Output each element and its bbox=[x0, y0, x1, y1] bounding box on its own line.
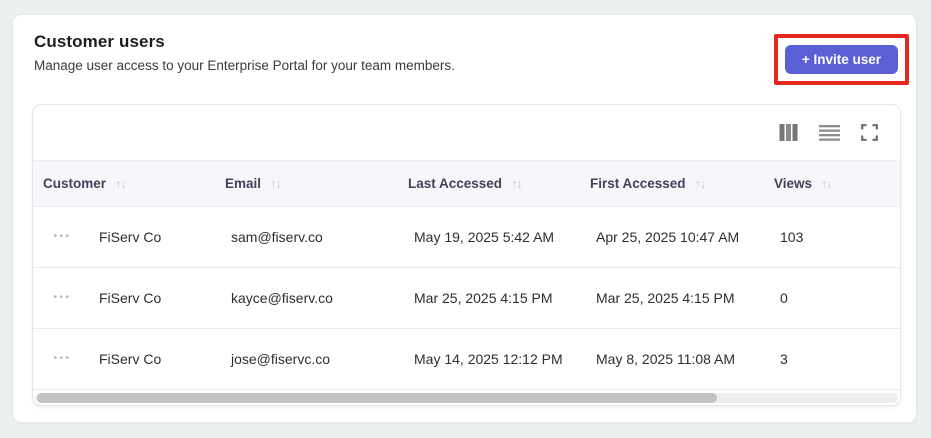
sort-icon[interactable]: ↑↓ bbox=[115, 177, 126, 191]
sort-icon[interactable]: ↑↓ bbox=[695, 177, 706, 191]
cell-last-accessed: May 14, 2025 12:12 PM bbox=[414, 351, 563, 367]
column-header-label: First Accessed bbox=[590, 176, 686, 191]
card-header: Customer users Manage user access to you… bbox=[34, 32, 455, 73]
column-header-first-accessed[interactable]: First Accessed ↑↓ bbox=[580, 161, 764, 206]
page-subtitle: Manage user access to your Enterprise Po… bbox=[34, 58, 455, 73]
fullscreen-icon[interactable] bbox=[861, 124, 878, 141]
cell-views: 103 bbox=[780, 229, 804, 245]
row-actions-cell: ••• bbox=[33, 354, 92, 364]
cell-email: kayce@fiserv.co bbox=[231, 290, 333, 306]
sort-icon[interactable]: ↑↓ bbox=[270, 177, 281, 191]
columns-icon[interactable] bbox=[779, 124, 798, 141]
scrollbar-thumb[interactable] bbox=[37, 393, 717, 403]
column-header-views[interactable]: Views ↑↓ bbox=[764, 161, 900, 206]
table-header-row: Customer ↑↓ Email ↑↓ Last Accessed ↑↓ Fi… bbox=[33, 160, 900, 207]
cell-first-accessed: May 8, 2025 11:08 AM bbox=[596, 351, 736, 367]
table-row[interactable]: ••• FiServ Co sam@fiserv.co May 19, 2025… bbox=[33, 207, 900, 268]
cell-customer: FiServ Co bbox=[99, 351, 162, 367]
invite-user-button[interactable]: + Invite user bbox=[784, 45, 898, 74]
column-header-label: Customer bbox=[43, 176, 107, 191]
column-header-label: Email bbox=[225, 176, 262, 191]
cell-email: jose@fiservc.co bbox=[231, 351, 331, 367]
column-header-label: Last Accessed bbox=[408, 176, 503, 191]
highlight-annotation-box: + Invite user bbox=[773, 34, 909, 85]
column-header-customer[interactable]: Customer ↑↓ bbox=[33, 161, 215, 206]
row-menu-icon[interactable]: ••• bbox=[53, 354, 71, 364]
cell-views: 3 bbox=[780, 351, 788, 367]
column-header-email[interactable]: Email ↑↓ bbox=[215, 161, 398, 206]
cell-email: sam@fiserv.co bbox=[231, 229, 323, 245]
users-table-card: Customer ↑↓ Email ↑↓ Last Accessed ↑↓ Fi… bbox=[32, 104, 901, 406]
row-actions-cell: ••• bbox=[33, 232, 92, 242]
cell-views: 0 bbox=[780, 290, 788, 306]
page-title: Customer users bbox=[34, 32, 165, 51]
customer-users-card: Customer users Manage user access to you… bbox=[12, 14, 917, 423]
row-height-icon[interactable] bbox=[819, 124, 840, 141]
row-menu-icon[interactable]: ••• bbox=[53, 293, 71, 303]
table-toolbar bbox=[33, 105, 900, 160]
table-row[interactable]: ••• FiServ Co jose@fiservc.co May 14, 20… bbox=[33, 329, 900, 390]
cell-customer: FiServ Co bbox=[99, 290, 162, 306]
column-header-label: Views bbox=[774, 176, 813, 191]
sort-icon[interactable]: ↑↓ bbox=[511, 177, 522, 191]
horizontal-scrollbar bbox=[33, 390, 900, 405]
cell-first-accessed: Mar 25, 2025 4:15 PM bbox=[596, 290, 735, 306]
column-header-last-accessed[interactable]: Last Accessed ↑↓ bbox=[398, 161, 580, 206]
cell-last-accessed: May 19, 2025 5:42 AM bbox=[414, 229, 555, 245]
cell-last-accessed: Mar 25, 2025 4:15 PM bbox=[414, 290, 553, 306]
sort-icon[interactable]: ↑↓ bbox=[821, 177, 832, 191]
cell-first-accessed: Apr 25, 2025 10:47 AM bbox=[596, 229, 740, 245]
row-actions-cell: ••• bbox=[33, 293, 92, 303]
cell-customer: FiServ Co bbox=[99, 229, 162, 245]
row-menu-icon[interactable]: ••• bbox=[53, 232, 71, 242]
table-row[interactable]: ••• FiServ Co kayce@fiserv.co Mar 25, 20… bbox=[33, 268, 900, 329]
